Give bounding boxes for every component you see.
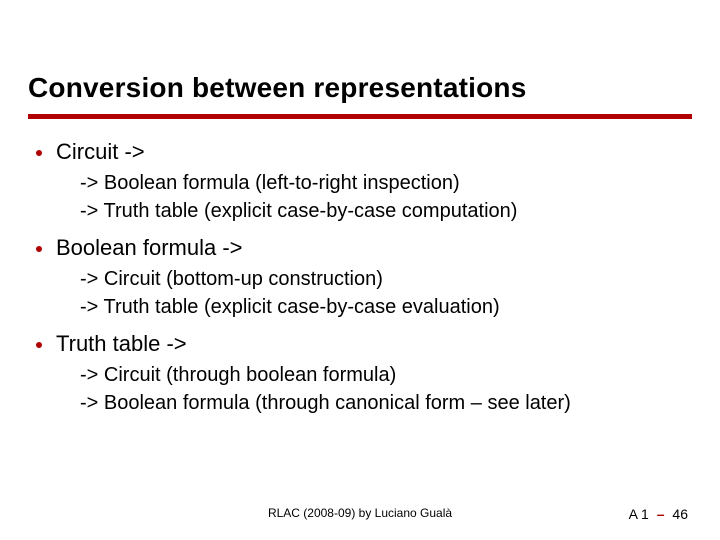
title-rule: [28, 114, 692, 119]
footer-prefix: A 1: [629, 506, 649, 522]
bullet-2-subs: -> Circuit (bottom-up construction) -> T…: [80, 265, 692, 321]
footer-dash: –: [653, 506, 669, 522]
sub-line: -> Truth table (explicit case-by-case ev…: [80, 293, 692, 321]
sub-line: -> Truth table (explicit case-by-case co…: [80, 197, 692, 225]
bullet-2-heading: Boolean formula ->: [56, 235, 243, 261]
bullet-dot-icon: [36, 342, 42, 348]
sub-line: -> Circuit (bottom-up construction): [80, 265, 692, 293]
bullet-3-subs: -> Circuit (through boolean formula) -> …: [80, 361, 692, 417]
bullet-1: Circuit ->: [36, 139, 692, 165]
footer-right: A 1 – 46: [629, 506, 688, 522]
bullet-1-subs: -> Boolean formula (left-to-right inspec…: [80, 169, 692, 225]
bullet-dot-icon: [36, 150, 42, 156]
content-area: Circuit -> -> Boolean formula (left-to-r…: [28, 139, 692, 417]
bullet-dot-icon: [36, 246, 42, 252]
footer-center-text: RLAC (2008-09) by Luciano Gualà: [268, 506, 452, 520]
slide-title: Conversion between representations: [28, 72, 692, 104]
bullet-1-heading: Circuit ->: [56, 139, 145, 165]
sub-line: -> Boolean formula (through canonical fo…: [80, 389, 692, 417]
sub-line: -> Circuit (through boolean formula): [80, 361, 692, 389]
slide: Conversion between representations Circu…: [0, 0, 720, 540]
bullet-2: Boolean formula ->: [36, 235, 692, 261]
bullet-3-heading: Truth table ->: [56, 331, 187, 357]
footer: RLAC (2008-09) by Luciano Gualà A 1 – 46: [0, 506, 720, 522]
bullet-3: Truth table ->: [36, 331, 692, 357]
footer-page-number: 46: [672, 506, 688, 522]
sub-line: -> Boolean formula (left-to-right inspec…: [80, 169, 692, 197]
